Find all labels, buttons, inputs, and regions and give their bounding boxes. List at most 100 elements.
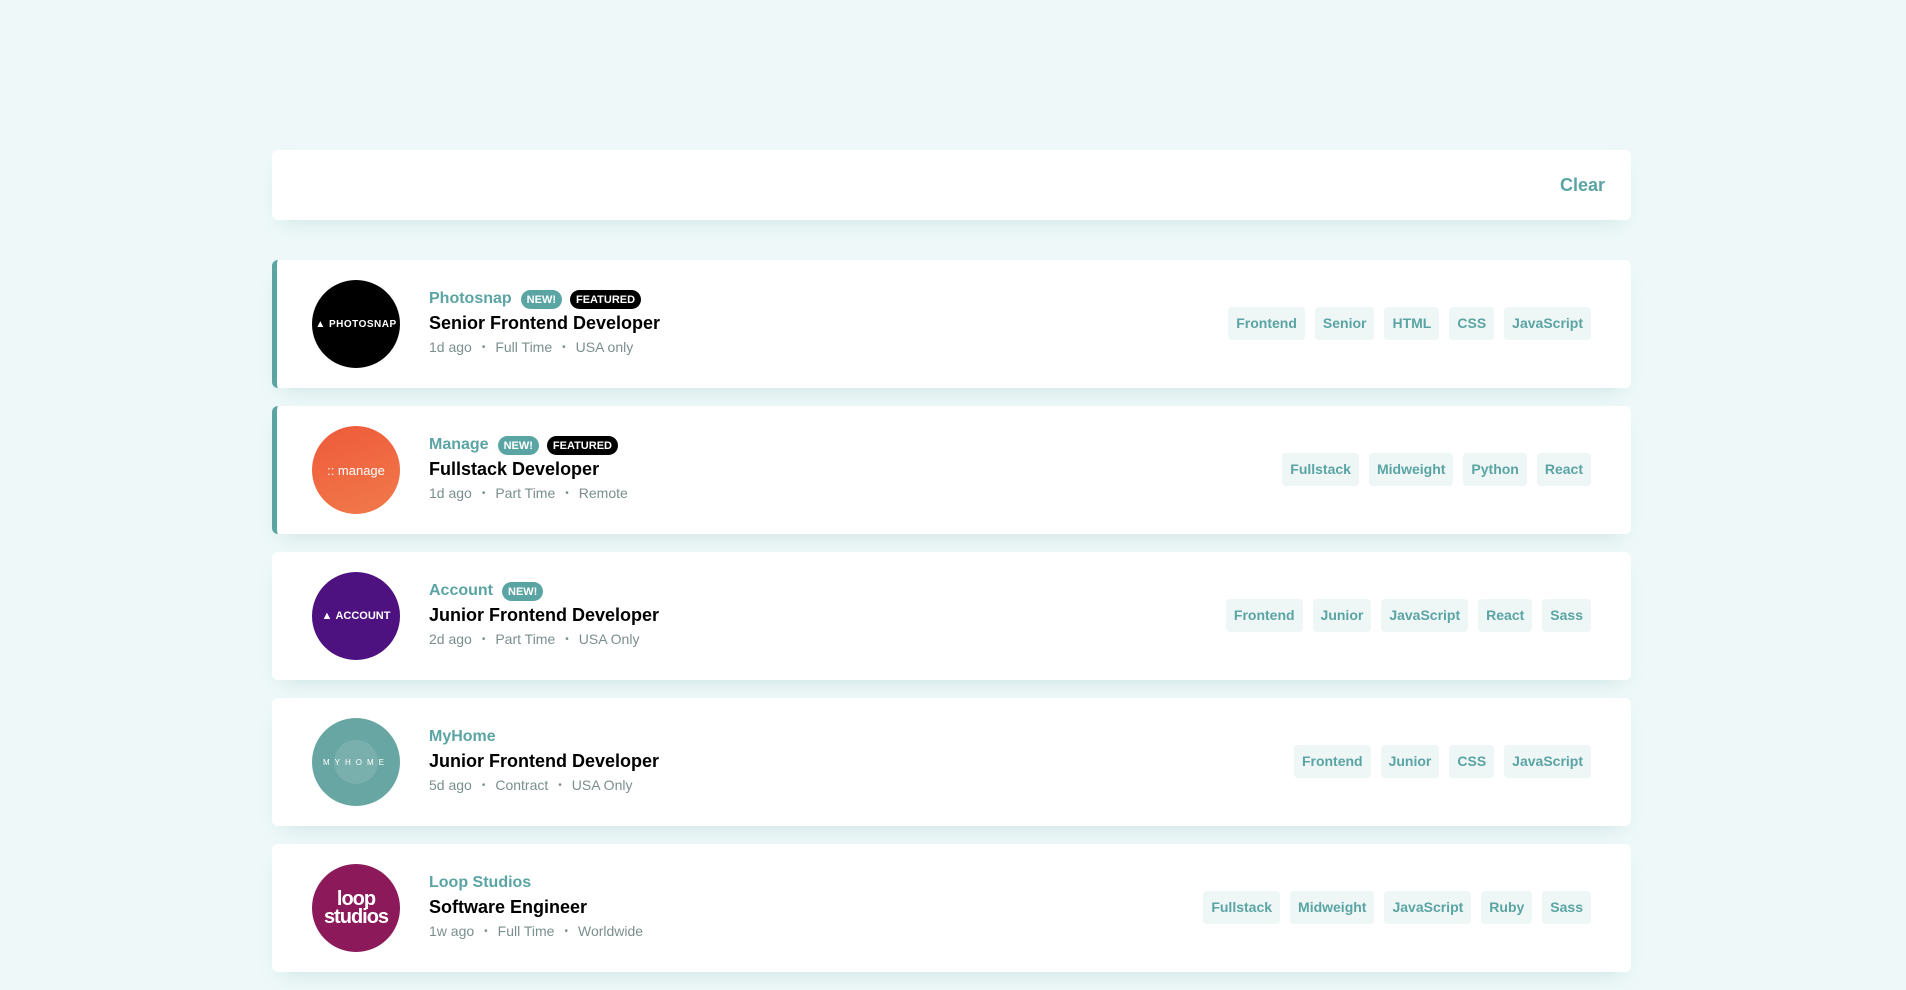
company-row: Manage NEW! FEATURED [429, 434, 628, 456]
company-name: Loop Studios [429, 874, 532, 891]
job-card: loop studios Loop Studios Software Engin… [272, 844, 1631, 972]
featured-badge: FEATURED [546, 435, 618, 455]
dot-separator-icon: • [481, 779, 486, 791]
company-row: Account NEW! [429, 580, 659, 602]
tag-button[interactable]: Senior [1314, 307, 1375, 340]
tag-button[interactable]: Midweight [1290, 891, 1375, 924]
contract-type: Part Time [495, 485, 556, 501]
tag-button[interactable]: HTML [1384, 307, 1440, 340]
job-location: USA only [575, 339, 634, 355]
photosnap-logo-icon: ▲ PHOTOSNAP [312, 280, 400, 368]
job-location: Remote [578, 485, 628, 501]
job-meta: 1d ago • Part Time • Remote [429, 485, 628, 501]
new-badge: NEW! [502, 581, 544, 601]
job-meta: 2d ago • Part Time • USA Only [429, 631, 659, 647]
job-title[interactable]: Junior Frontend Developer [429, 751, 659, 772]
posted-at: 1w ago [429, 923, 475, 939]
job-location: Worldwide [577, 923, 644, 939]
contract-type: Full Time [497, 923, 555, 939]
tag-button[interactable]: JavaScript [1384, 891, 1472, 924]
contract-type: Part Time [495, 631, 556, 647]
dot-separator-icon: • [481, 487, 486, 499]
tag-list: Frontend Senior HTML CSS JavaScript [1228, 307, 1591, 340]
tag-button[interactable]: Frontend [1225, 599, 1303, 632]
dot-separator-icon: • [558, 779, 562, 791]
loop-studios-logo-icon: loop studios [312, 864, 400, 952]
tag-button[interactable]: Sass [1542, 891, 1591, 924]
tag-list: Frontend Junior JavaScript React Sass [1225, 599, 1591, 632]
tag-button[interactable]: Frontend [1293, 745, 1371, 778]
dot-separator-icon: • [481, 341, 486, 353]
company-row: MyHome [429, 726, 659, 748]
company-row: Photosnap NEW! FEATURED [429, 288, 660, 310]
tag-button[interactable]: React [1536, 453, 1591, 486]
job-title[interactable]: Fullstack Developer [429, 459, 628, 480]
dot-separator-icon: • [565, 633, 569, 645]
filter-bar: Clear [272, 150, 1631, 220]
posted-at: 5d ago [429, 777, 472, 793]
job-info: Loop Studios Software Engineer 1w ago • … [429, 872, 643, 939]
contract-type: Full Time [495, 339, 553, 355]
company-name: Manage [429, 436, 489, 453]
tag-list: Frontend Junior CSS JavaScript [1293, 745, 1591, 778]
tag-button[interactable]: Python [1463, 453, 1527, 486]
job-location: USA Only [578, 631, 640, 647]
logo-text: loop studios [323, 888, 389, 928]
tag-button[interactable]: Sass [1542, 599, 1591, 632]
company-name: MyHome [429, 728, 496, 745]
tag-button[interactable]: CSS [1449, 307, 1495, 340]
job-meta: 5d ago • Contract • USA Only [429, 777, 659, 793]
tag-list: Fullstack Midweight Python React [1282, 453, 1591, 486]
job-info: Account NEW! Junior Frontend Developer 2… [429, 580, 659, 647]
posted-at: 1d ago [429, 339, 472, 355]
job-info: Manage NEW! FEATURED Fullstack Developer… [429, 434, 628, 501]
tag-button[interactable]: Fullstack [1282, 453, 1359, 486]
job-info: Photosnap NEW! FEATURED Senior Frontend … [429, 288, 660, 355]
dot-separator-icon: • [564, 925, 568, 937]
logo-text: ▲ ACCOUNT [321, 610, 391, 622]
tag-button[interactable]: Junior [1380, 745, 1440, 778]
logo-text: ▲ PHOTOSNAP [315, 318, 397, 330]
tag-button[interactable]: JavaScript [1504, 745, 1591, 778]
account-logo-icon: ▲ ACCOUNT [312, 572, 400, 660]
job-title[interactable]: Software Engineer [429, 897, 643, 918]
posted-at: 2d ago [429, 631, 472, 647]
job-card: MYHOME MyHome Junior Frontend Developer … [272, 698, 1631, 826]
job-card: ▲ ACCOUNT Account NEW! Junior Frontend D… [272, 552, 1631, 680]
job-info: MyHome Junior Frontend Developer 5d ago … [429, 726, 659, 793]
manage-logo-icon: :: manage [312, 426, 400, 514]
job-title[interactable]: Junior Frontend Developer [429, 605, 659, 626]
tag-button[interactable]: Midweight [1368, 453, 1454, 486]
company-row: Loop Studios [429, 872, 643, 894]
dot-separator-icon: • [484, 925, 488, 937]
posted-at: 1d ago [429, 485, 472, 501]
job-meta: 1w ago • Full Time • Worldwide [429, 923, 643, 939]
job-card: ▲ PHOTOSNAP Photosnap NEW! FEATURED Seni… [272, 260, 1631, 388]
contract-type: Contract [495, 777, 549, 793]
clear-button[interactable]: Clear [1560, 150, 1605, 220]
tag-button[interactable]: JavaScript [1504, 307, 1591, 340]
tag-list: Fullstack Midweight JavaScript Ruby Sass [1203, 891, 1591, 924]
tag-button[interactable]: Junior [1312, 599, 1372, 632]
logo-text: MYHOME [323, 757, 389, 767]
dot-separator-icon: • [481, 633, 486, 645]
tag-button[interactable]: CSS [1449, 745, 1495, 778]
job-title[interactable]: Senior Frontend Developer [429, 313, 660, 334]
dot-separator-icon: • [565, 487, 569, 499]
new-badge: NEW! [520, 289, 562, 309]
new-badge: NEW! [497, 435, 539, 455]
company-name: Account [429, 582, 493, 599]
myhome-logo-icon: MYHOME [312, 718, 400, 806]
tag-button[interactable]: Ruby [1481, 891, 1533, 924]
featured-badge: FEATURED [570, 289, 642, 309]
job-meta: 1d ago • Full Time • USA only [429, 339, 660, 355]
tag-button[interactable]: JavaScript [1381, 599, 1469, 632]
tag-button[interactable]: React [1478, 599, 1533, 632]
job-card: :: manage Manage NEW! FEATURED Fullstack… [272, 406, 1631, 534]
logo-text: :: manage [327, 462, 385, 478]
tag-button[interactable]: Frontend [1228, 307, 1305, 340]
tag-button[interactable]: Fullstack [1203, 891, 1281, 924]
company-name: Photosnap [429, 290, 512, 307]
dot-separator-icon: • [562, 341, 566, 353]
job-list: ▲ PHOTOSNAP Photosnap NEW! FEATURED Seni… [272, 260, 1631, 990]
